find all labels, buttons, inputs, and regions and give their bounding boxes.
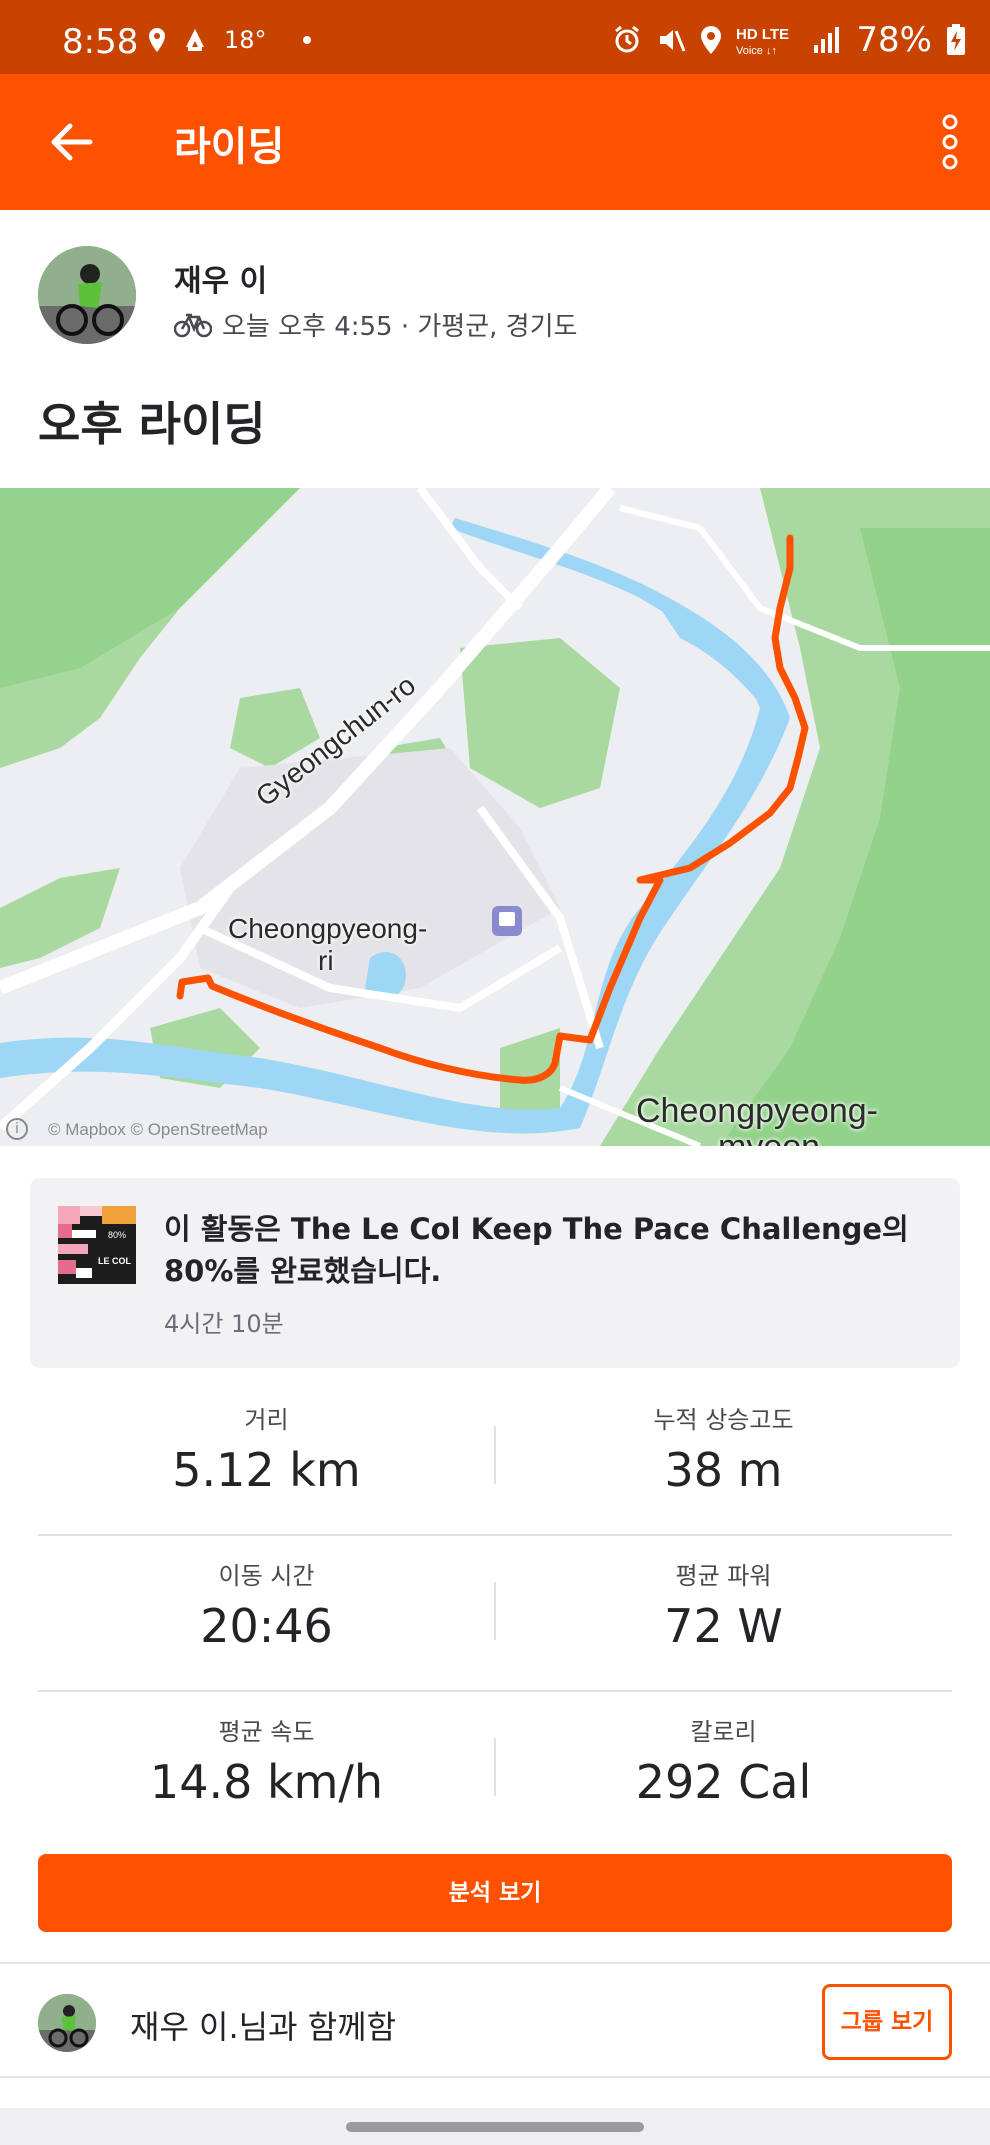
alarm-icon bbox=[615, 25, 640, 53]
svg-text:LE COL: LE COL bbox=[98, 1256, 132, 1266]
battery-percent: 78% bbox=[856, 20, 932, 60]
svg-text:Voice ↓↑: Voice ↓↑ bbox=[736, 45, 777, 56]
navigation-bar bbox=[0, 2108, 990, 2145]
map-town-label-line2: ri bbox=[318, 945, 334, 976]
stats-row: 거리 5.12 km 누적 상승고도 38 m bbox=[38, 1380, 952, 1536]
status-bar: 8:58 18° HD LTE Voice ↓↑ 78% bbox=[0, 0, 990, 74]
group-activity-row: 재우 이.님과 함께함 그룹 보기 bbox=[0, 1962, 990, 2078]
stat-calories: 칼로리 292 Cal bbox=[495, 1692, 952, 1809]
battery-charging-icon bbox=[947, 24, 965, 55]
map-district-label-line1: Cheongpyeong- bbox=[636, 1092, 878, 1130]
view-group-button[interactable]: 그룹 보기 bbox=[822, 1984, 952, 2060]
stats-row: 평균 속도 14.8 km/h 칼로리 292 Cal bbox=[38, 1692, 952, 1848]
route-map[interactable]: Gyeongchun-ro Cheongpyeong- ri Cheongpye… bbox=[0, 488, 990, 1146]
stat-value: 14.8 km/h bbox=[149, 1755, 384, 1809]
location-icon bbox=[149, 28, 165, 52]
challenge-card[interactable]: 80% LE COL 이 활동은 The Le Col Keep The Pac… bbox=[30, 1178, 960, 1368]
strava-icon bbox=[186, 29, 204, 51]
group-text: 재우 이.님과 함께함 bbox=[130, 2008, 397, 2046]
arrow-left-icon bbox=[51, 123, 93, 161]
stat-label: 거리 bbox=[244, 1406, 289, 1434]
stats-row: 이동 시간 20:46 평균 파워 72 W bbox=[38, 1536, 952, 1692]
stat-label: 누적 상승고도 bbox=[653, 1406, 794, 1434]
map-canvas bbox=[0, 488, 990, 1146]
more-options-button[interactable] bbox=[932, 110, 968, 174]
stat-moving-time: 이동 시간 20:46 bbox=[38, 1536, 495, 1653]
status-time: 8:58 bbox=[62, 22, 139, 62]
avatar[interactable] bbox=[38, 246, 136, 344]
notification-dot bbox=[302, 36, 311, 44]
map-attribution: © Mapbox © OpenStreetMap bbox=[48, 1120, 268, 1139]
home-indicator[interactable] bbox=[346, 2122, 644, 2132]
stat-label: 칼로리 bbox=[690, 1718, 757, 1746]
activity-meta: 오늘 오후 4:55 · 가평군, 경기도 bbox=[174, 306, 577, 343]
status-temperature: 18° bbox=[224, 26, 267, 54]
hd-voice-lte-icon: HD LTE Voice ↓↑ bbox=[736, 26, 789, 56]
stat-value: 72 W bbox=[664, 1599, 783, 1653]
challenge-badge-icon: 80% LE COL bbox=[58, 1206, 136, 1284]
stat-avg-speed: 평균 속도 14.8 km/h bbox=[38, 1692, 495, 1809]
athlete-name[interactable]: 재우 이 bbox=[174, 256, 267, 300]
view-analysis-button[interactable]: 분석 보기 bbox=[38, 1854, 952, 1932]
activity-meta-text: 오늘 오후 4:55 · 가평군, 경기도 bbox=[222, 312, 578, 342]
app-bar: 라이딩 bbox=[0, 74, 990, 210]
page-title: 라이딩 bbox=[174, 124, 285, 170]
stat-label: 이동 시간 bbox=[218, 1562, 315, 1590]
stat-distance: 거리 5.12 km bbox=[38, 1380, 495, 1497]
stat-value: 20:46 bbox=[200, 1599, 333, 1653]
stat-elevation-gain: 누적 상승고도 38 m bbox=[495, 1380, 952, 1497]
signal-icon bbox=[814, 27, 840, 53]
back-button[interactable] bbox=[44, 114, 100, 170]
activity-title: 오후 라이딩 bbox=[38, 397, 266, 451]
stat-avg-power: 평균 파워 72 W bbox=[495, 1536, 952, 1653]
stat-value: 38 m bbox=[664, 1443, 783, 1497]
stat-label: 평균 파워 bbox=[675, 1562, 772, 1590]
bike-icon bbox=[174, 313, 212, 337]
map-info-icon[interactable]: i bbox=[6, 1118, 28, 1140]
stat-value: 5.12 km bbox=[172, 1443, 361, 1497]
map-town-label-line1: Cheongpyeong- bbox=[228, 913, 428, 944]
map-district-label-line2: myeon bbox=[718, 1128, 820, 1146]
challenge-subtext: 4시간 10분 bbox=[164, 1310, 284, 1338]
location-icon-right bbox=[701, 26, 722, 54]
svg-text:80%: 80% bbox=[108, 1230, 126, 1240]
stat-value: 292 Cal bbox=[635, 1755, 812, 1809]
more-vert-icon bbox=[942, 114, 958, 170]
svg-text:HD LTE: HD LTE bbox=[736, 26, 789, 43]
avatar[interactable] bbox=[38, 1994, 96, 2052]
stat-label: 평균 속도 bbox=[218, 1718, 315, 1746]
challenge-text: 이 활동은 The Le Col Keep The Pace Challenge… bbox=[164, 1212, 909, 1288]
mute-icon bbox=[660, 30, 686, 52]
